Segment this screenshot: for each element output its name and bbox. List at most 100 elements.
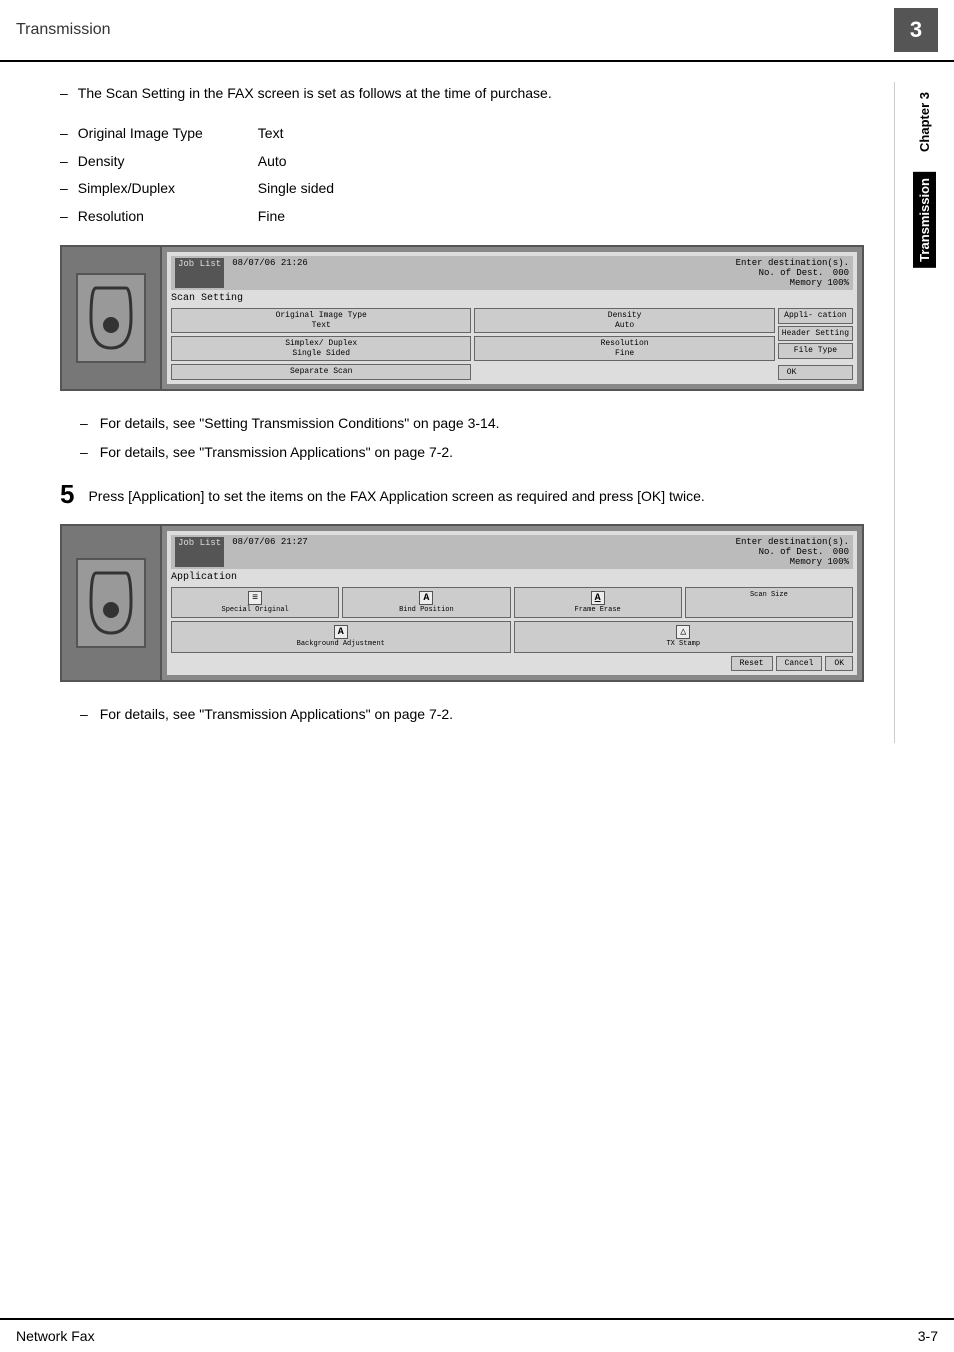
screen1-right: Job List 08/07/06 21:26 Enter destinatio… — [166, 251, 858, 385]
application-title: Application — [171, 572, 853, 583]
resolution-btn[interactable]: Resolution Fine — [474, 336, 774, 361]
intro-text: The Scan Setting in the FAX screen is se… — [78, 82, 552, 106]
job-list-btn-2: Job List — [175, 537, 224, 567]
screen2-topbar-right: Enter destination(s). No. of Dest. 000 M… — [736, 537, 849, 567]
app-row2: A Background Adjustment △ TX Stamp — [171, 621, 853, 652]
sidebar-transmission: Transmission — [913, 172, 936, 268]
screen2-left — [62, 526, 162, 680]
screen2-right: Job List 08/07/06 21:27 Enter destinatio… — [166, 530, 858, 676]
sidebar-chapter: Chapter 3 — [917, 92, 932, 152]
screen2-topbar-left: Job List 08/07/06 21:27 — [175, 537, 308, 567]
job-list-btn: Job List — [175, 258, 224, 288]
settings-list: – Original Image Type Text – Density Aut… — [60, 122, 864, 229]
dash: – — [80, 415, 88, 431]
tx-stamp-btn[interactable]: △ TX Stamp — [514, 621, 854, 652]
bullet-value: Fine — [258, 205, 285, 229]
bullet-value: Single sided — [258, 177, 334, 201]
screen1-topbar-left: Job List 08/07/06 21:26 — [175, 258, 308, 288]
page-header: Transmission 3 — [0, 0, 954, 62]
screen1-inner: Original Image Type Text Density Auto Si… — [171, 308, 853, 380]
page-footer: Network Fax 3-7 — [0, 1318, 954, 1352]
screen2: Job List 08/07/06 21:27 Enter destinatio… — [60, 524, 864, 682]
datetime-2: 08/07/06 21:27 — [232, 537, 308, 567]
orig-image-type-btn[interactable]: Original Image Type Text — [171, 308, 471, 333]
reset-btn[interactable]: Reset — [731, 656, 773, 671]
no-dest: No. of Dest. 000 — [736, 268, 849, 278]
phone-svg-2 — [86, 568, 136, 638]
screen1-left — [62, 247, 162, 389]
footer-right: 3-7 — [918, 1328, 938, 1344]
step5-container: 5 Press [Application] to set the items o… — [60, 481, 864, 507]
scan-setting-grid: Original Image Type Text Density Auto Si… — [171, 308, 775, 380]
ok-btn-2[interactable]: OK — [825, 656, 853, 671]
dash: – — [60, 205, 68, 229]
dash: – — [80, 706, 88, 722]
enter-dest-2: Enter destination(s). — [736, 537, 849, 547]
bullet-label: Density — [78, 150, 238, 174]
intro-list: – The Scan Setting in the FAX screen is … — [60, 82, 864, 106]
footer-left: Network Fax — [16, 1328, 95, 1344]
screen2-topbar: Job List 08/07/06 21:27 Enter destinatio… — [171, 535, 853, 569]
no-dest-2: No. of Dest. 000 — [736, 547, 849, 557]
detail-text-2: For details, see "Transmission Applicati… — [100, 444, 453, 460]
step5-number: 5 — [60, 481, 74, 507]
memory-2: Memory 100% — [736, 557, 849, 567]
enter-dest: Enter destination(s). — [736, 258, 849, 268]
step5-text: Press [Application] to set the items on … — [88, 481, 704, 507]
bullet-value: Text — [258, 122, 284, 146]
right-sidebar: Chapter 3 Transmission — [894, 82, 954, 743]
background-adjustment-btn[interactable]: A Background Adjustment — [171, 621, 511, 652]
dash: – — [80, 444, 88, 460]
list-item: – Simplex/Duplex Single sided — [60, 177, 864, 201]
details-block-2: – For details, see "Transmission Applica… — [60, 702, 864, 727]
phone-icon — [76, 273, 146, 363]
screen1-topbar: Job List 08/07/06 21:26 Enter destinatio… — [171, 256, 853, 290]
dash: – — [60, 82, 68, 106]
dash: – — [60, 122, 68, 146]
bullet-label: Resolution — [78, 205, 238, 229]
ok-btn-1[interactable]: OK — [778, 365, 853, 380]
detail-line-1: – For details, see "Setting Transmission… — [80, 411, 864, 436]
special-original-btn[interactable]: ≡ Special Original — [171, 587, 339, 618]
screen2-bottom-btns: Reset Cancel OK — [171, 656, 853, 671]
separate-scan-btn[interactable]: Separate Scan — [171, 364, 471, 380]
dash: – — [60, 177, 68, 201]
density-btn[interactable]: Density Auto — [474, 308, 774, 333]
bullet-text: Original Image Type Text — [78, 122, 864, 146]
phone-svg — [86, 283, 136, 353]
app-grid: ≡ Special Original A Bind Position A Fra… — [171, 587, 853, 618]
detail-text-3: For details, see "Transmission Applicati… — [100, 706, 453, 722]
list-item: – Resolution Fine — [60, 205, 864, 229]
list-item: – Original Image Type Text — [60, 122, 864, 146]
content-area: – The Scan Setting in the FAX screen is … — [0, 82, 894, 743]
scan-size-btn[interactable]: Scan Size — [685, 587, 853, 618]
frame-erase-btn[interactable]: A Frame Erase — [514, 587, 682, 618]
detail-line-3: – For details, see "Transmission Applica… — [80, 702, 864, 727]
bullet-label: Original Image Type — [78, 122, 238, 146]
bullet-value: Auto — [258, 150, 287, 174]
screen1-topbar-right: Enter destination(s). No. of Dest. 000 M… — [736, 258, 849, 288]
file-type-btn[interactable]: File Type — [778, 343, 853, 359]
bullet-text: Density Auto — [78, 150, 864, 174]
main-content: – The Scan Setting in the FAX screen is … — [0, 62, 954, 763]
dash: – — [60, 150, 68, 174]
phone-icon-2 — [76, 558, 146, 648]
page-header-title: Transmission — [16, 21, 111, 39]
scan-setting-title: Scan Setting — [171, 293, 853, 304]
detail-line-2: – For details, see "Transmission Applica… — [80, 440, 864, 465]
cancel-btn[interactable]: Cancel — [776, 656, 823, 671]
memory: Memory 100% — [736, 278, 849, 288]
simplex-duplex-btn[interactable]: Simplex/ Duplex Single Sided — [171, 336, 471, 361]
screen1: Job List 08/07/06 21:26 Enter destinatio… — [60, 245, 864, 391]
bullet-text: Resolution Fine — [78, 205, 864, 229]
bullet-label: Simplex/Duplex — [78, 177, 238, 201]
appli-cation-btn[interactable]: Appli- cation — [778, 308, 853, 324]
bind-position-btn[interactable]: A Bind Position — [342, 587, 510, 618]
list-item: – Density Auto — [60, 150, 864, 174]
header-setting-btn[interactable]: Header Setting — [778, 326, 853, 342]
page-number-box: 3 — [894, 8, 938, 52]
screen1-right-col: Appli- cation Header Setting File Type O… — [778, 308, 853, 380]
datetime: 08/07/06 21:26 — [232, 258, 308, 288]
details-block-1: – For details, see "Setting Transmission… — [60, 411, 864, 465]
list-item: – The Scan Setting in the FAX screen is … — [60, 82, 864, 106]
